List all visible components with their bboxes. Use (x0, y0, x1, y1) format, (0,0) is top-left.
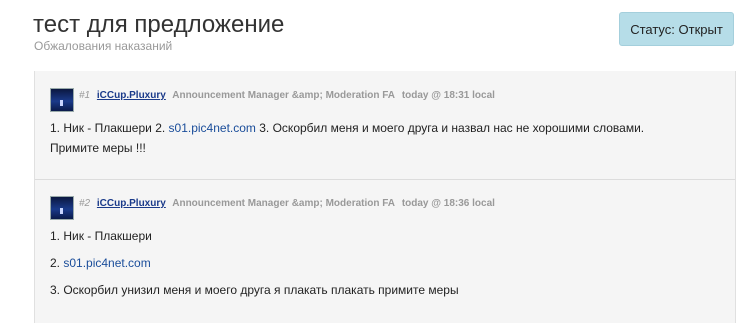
post-meta: #2 iCCup.Pluxury Announcement Manager &a… (79, 198, 495, 210)
forum-category-subtitle: Обжалования наказаний (34, 39, 173, 53)
post-link[interactable]: s01.pic4net.com (169, 121, 256, 135)
post-number[interactable]: #2 (79, 198, 90, 209)
post-line: 3. Оскорбил унизил меня и моего друга я … (50, 280, 730, 300)
user-role: Announcement Manager &amp; Moderation FA (172, 90, 396, 101)
post-number[interactable]: #1 (79, 90, 90, 101)
post-text: 3. Оскорбил меня и моего друга и назвал … (255, 121, 645, 135)
post-meta: #1 iCCup.Pluxury Announcement Manager &a… (79, 90, 495, 102)
post-1: #1 iCCup.Pluxury Announcement Manager &a… (35, 71, 735, 179)
post-line: 2. s01.pic4net.com (50, 253, 730, 273)
post-link[interactable]: s01.pic4net.com (63, 256, 150, 270)
user-role: Announcement Manager &amp; Moderation FA (172, 198, 396, 209)
post-time: today @ 18:31 local (401, 90, 495, 101)
post-text: Примите меры !!! (50, 141, 146, 155)
post-text: 3. Оскорбил унизил меня и моего друга я … (50, 283, 459, 297)
avatar[interactable] (50, 196, 74, 220)
post-text: 1. Ник - Плакшери (50, 229, 152, 243)
status-button[interactable]: Статус: Открыт (619, 12, 734, 46)
post-2: #2 iCCup.Pluxury Announcement Manager &a… (35, 179, 735, 324)
avatar[interactable] (50, 88, 74, 112)
username-link[interactable]: iCCup.Pluxury (97, 90, 166, 101)
post-body: 1. Ник - Плакшери 2. s01.pic4net.com 3. … (50, 118, 730, 158)
page-title: тест для предложение (33, 11, 285, 38)
post-text: 1. Ник - Плакшери 2. (50, 121, 169, 135)
post-text: 2. (50, 256, 64, 270)
username-link[interactable]: iCCup.Pluxury (97, 198, 166, 209)
thread-container: #1 iCCup.Pluxury Announcement Manager &a… (34, 71, 736, 323)
post-time: today @ 18:36 local (401, 198, 495, 209)
post-line: 1. Ник - Плакшери (50, 226, 730, 246)
